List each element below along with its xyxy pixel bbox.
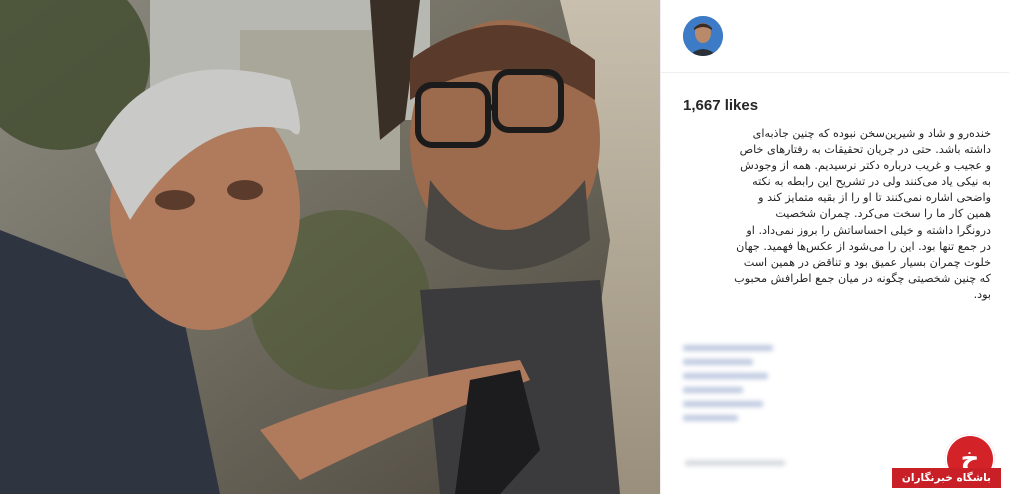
- avatar-image: [683, 16, 723, 56]
- blurred-hashtags: [683, 345, 783, 440]
- likes-count[interactable]: 1,667 likes: [683, 97, 758, 114]
- watermark: خ باشگاه خبرنگاران: [861, 434, 1001, 490]
- post-caption: خندەرو و شاد و شیرین‌سخن نبوده که چنین ج…: [734, 127, 991, 301]
- post-photo-art: [0, 0, 660, 494]
- avatar[interactable]: [683, 16, 723, 56]
- instagram-post-view: 1,667 likes خندەرو و شاد و شیرین‌سخن نبو…: [0, 0, 1009, 494]
- post-photo[interactable]: [0, 0, 660, 494]
- blurred-comment-field: [685, 455, 805, 471]
- post-sidebar: 1,667 likes خندەرو و شاد و شیرین‌سخن نبو…: [660, 0, 1009, 494]
- post-header: [661, 0, 1009, 73]
- watermark-label: باشگاه خبرنگاران: [891, 468, 1001, 488]
